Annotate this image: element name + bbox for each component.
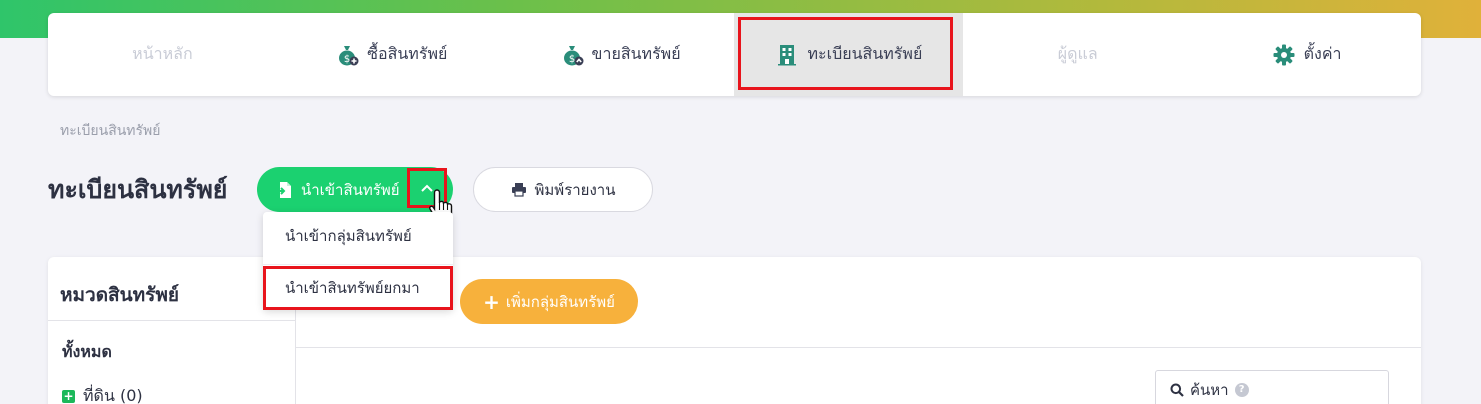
main-toolbar-divider (296, 347, 1421, 348)
svg-text:$: $ (568, 54, 574, 65)
search-placeholder: ค้นหา (1190, 381, 1229, 399)
nav-item-asset-register-label: ทะเบียนสินทรัพย์ (807, 44, 923, 63)
sidebar-divider (48, 320, 295, 321)
nav-item-asset-register[interactable]: ทะเบียนสินทรัพย์ (734, 13, 964, 96)
search-input[interactable]: ค้นหา ? (1155, 370, 1389, 404)
category-land-label: ที่ดิน (0) (83, 386, 143, 404)
money-bag-up-icon: $ (563, 45, 584, 65)
category-all[interactable]: ทั้งหมด (62, 340, 112, 365)
dropdown-item-import-carried-forward-label: นำเข้าสินทรัพย์ยกมา (285, 279, 420, 297)
nav-item-admin-label: ผู้ดูแล (1057, 44, 1098, 63)
main-navbar: หน้าหลัก $ ซื้อสินทรัพย์ $ ขายสินทรัพย์ (48, 13, 1421, 96)
add-asset-group-button-label: เพิ่มกลุ่มสินทรัพย์ (505, 292, 615, 311)
nav-item-buy-asset[interactable]: $ ซื้อสินทรัพย์ (277, 13, 506, 96)
plus-icon: + (483, 289, 500, 314)
category-land[interactable]: + ที่ดิน (0) (62, 384, 143, 404)
nav-item-home-label: หน้าหลัก (132, 44, 193, 63)
building-icon (778, 44, 797, 65)
dropdown-item-import-carried-forward[interactable]: นำเข้าสินทรัพย์ยกมา (263, 266, 453, 310)
import-asset-button-label: นำเข้าสินทรัพย์ (301, 180, 400, 199)
print-report-button[interactable]: พิมพ์รายงาน (473, 167, 653, 212)
import-dropdown-menu: นำเข้ากลุ่มสินทรัพย์ นำเข้าสินทรัพย์ยกมา (263, 212, 453, 310)
nav-item-sell-asset[interactable]: $ ขายสินทรัพย์ (506, 13, 735, 96)
printer-icon (511, 183, 526, 197)
sidebar-title: หมวดสินทรัพย์ (60, 284, 180, 306)
search-icon (1170, 383, 1184, 397)
help-icon[interactable]: ? (1234, 383, 1249, 397)
money-bag-plus-icon: $ (339, 45, 359, 65)
nav-item-settings[interactable]: ตั้งค่า (1192, 13, 1421, 96)
dropdown-item-import-group-label: นำเข้ากลุ่มสินทรัพย์ (285, 227, 412, 245)
breadcrumb[interactable]: ทะเบียนสินทรัพย์ (60, 120, 161, 142)
plus-square-icon[interactable]: + (62, 390, 75, 403)
dropdown-divider (263, 264, 453, 265)
nav-item-admin[interactable]: ผู้ดูแล (963, 13, 1192, 96)
nav-item-sell-asset-label: ขายสินทรัพย์ (591, 44, 681, 63)
add-asset-group-button[interactable]: + เพิ่มกลุ่มสินทรัพย์ (460, 279, 638, 324)
svg-text:$: $ (344, 54, 350, 65)
page-title: ทะเบียนสินทรัพย์ (48, 175, 228, 204)
nav-item-settings-label: ตั้งค่า (1303, 44, 1342, 63)
nav-item-buy-asset-label: ซื้อสินทรัพย์ (367, 44, 448, 63)
dropdown-item-import-group[interactable]: นำเข้ากลุ่มสินทรัพย์ (263, 214, 453, 258)
gear-icon (1273, 44, 1295, 65)
import-asset-button[interactable]: นำเข้าสินทรัพย์ (257, 167, 453, 212)
print-report-button-label: พิมพ์รายงาน (534, 180, 616, 199)
nav-item-home[interactable]: หน้าหลัก (48, 13, 277, 96)
file-import-icon (276, 181, 291, 198)
